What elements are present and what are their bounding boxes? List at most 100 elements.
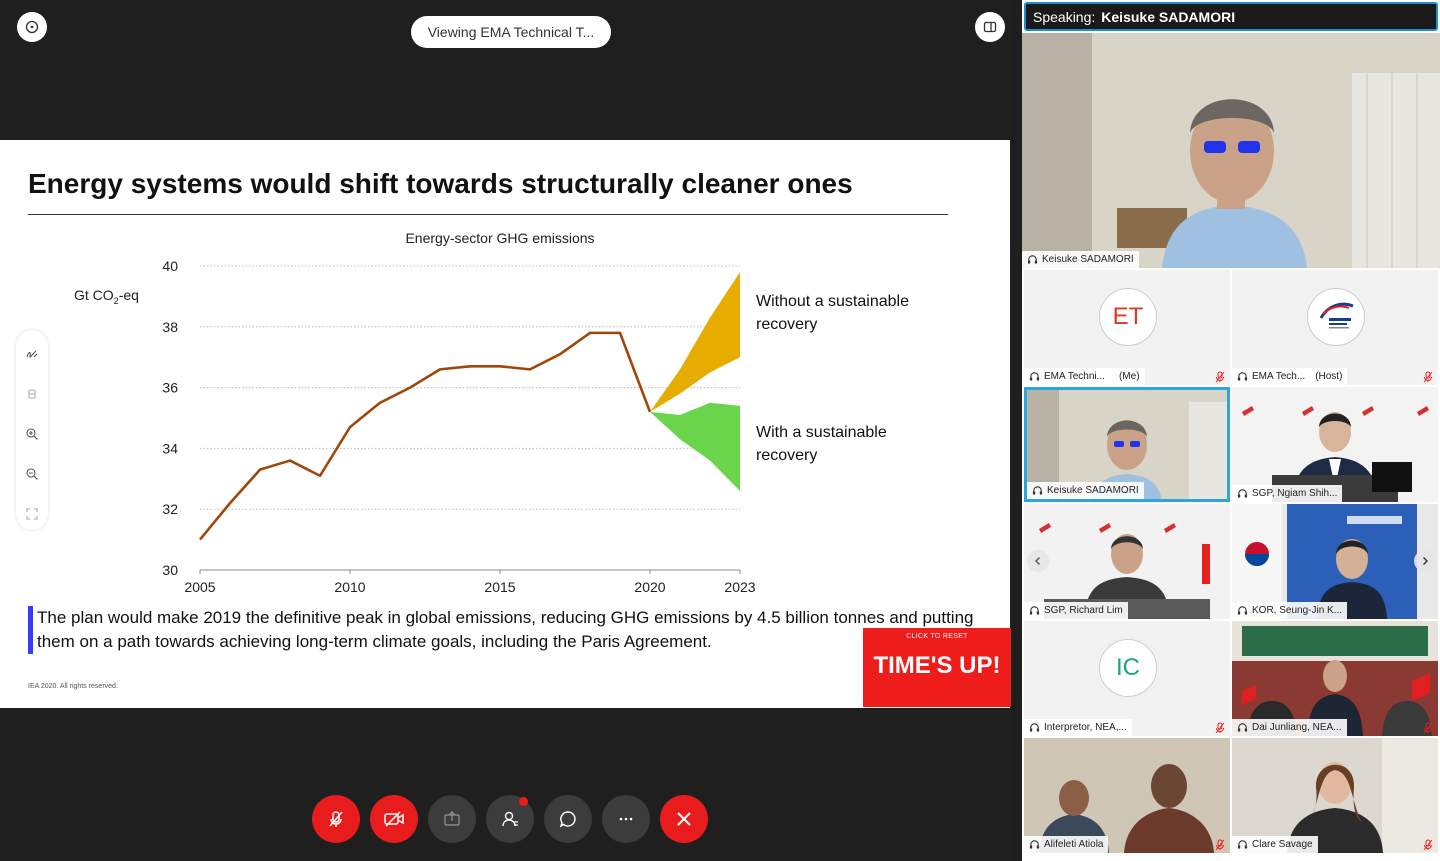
mute-button[interactable] xyxy=(312,795,360,843)
headset-icon xyxy=(1029,372,1040,381)
zoom-out-icon xyxy=(26,468,38,480)
active-speaker-bar: Speaking: Keisuke SADAMORI xyxy=(1024,2,1438,31)
fit-icon xyxy=(26,508,38,520)
shared-content-area: Viewing EMA Technical T... Energy system… xyxy=(0,0,1012,861)
participant-name: Clare Savage xyxy=(1252,839,1313,850)
participant-name: EMA Tech... xyxy=(1252,371,1306,382)
draw-button[interactable] xyxy=(18,340,46,368)
fit-button[interactable] xyxy=(18,500,46,528)
scenario-band xyxy=(650,272,740,412)
band-label: recovery xyxy=(756,316,817,333)
participant-tag: (Me) xyxy=(1118,371,1140,382)
chevron-left-icon xyxy=(1035,557,1040,565)
participant-avatar: IC xyxy=(1099,639,1157,697)
emissions-line xyxy=(198,331,652,541)
mic-muted-icon xyxy=(1423,839,1433,851)
y-tick-label: 30 xyxy=(162,562,178,578)
chart-series xyxy=(198,331,652,541)
mic-muted-icon xyxy=(1215,371,1225,383)
zoom-in-icon xyxy=(26,428,38,440)
eraser-button[interactable] xyxy=(18,380,46,408)
headset-icon xyxy=(1027,255,1038,264)
participant-name: KOR, Seung-Jin K... xyxy=(1252,605,1343,616)
participant-name: EMA Techni... xyxy=(1044,371,1105,382)
close-icon xyxy=(677,812,691,826)
participant-name-bar: SGP, Richard Lim xyxy=(1024,602,1128,619)
participants-icon xyxy=(502,811,518,827)
participant-tile[interactable]: KOR, Seung-Jin K... xyxy=(1232,504,1438,619)
presentation-slide: Energy systems would shift towards struc… xyxy=(0,140,1011,708)
share-icon xyxy=(444,811,460,826)
participant-name-bar: Dai Junliang, NEA... xyxy=(1232,719,1347,736)
headset-icon xyxy=(1237,723,1248,732)
participant-tag: (Host) xyxy=(1315,371,1343,382)
participant-tile[interactable]: Keisuke SADAMORI xyxy=(1024,387,1230,502)
participant-name-bar: EMA Techni... (Me) xyxy=(1024,368,1145,385)
layout-icon xyxy=(983,21,997,33)
headset-icon xyxy=(1237,606,1248,615)
more-button[interactable] xyxy=(602,795,650,843)
participant-name: SGP, Richard Lim xyxy=(1044,605,1123,616)
zoom-in-button[interactable] xyxy=(18,420,46,448)
headset-icon xyxy=(1237,840,1248,849)
participant-tile[interactable]: Alifeleti Atiola xyxy=(1024,738,1230,853)
info-icon xyxy=(25,20,39,34)
timer-label: TIME'S UP! xyxy=(873,652,1001,679)
x-tick-label: 2023 xyxy=(724,579,755,595)
mic-muted-icon xyxy=(1215,839,1225,851)
timer-reset-button[interactable]: CLICK TO RESET TIME'S UP! xyxy=(863,628,1011,707)
active-speaker-video[interactable]: Keisuke SADAMORI xyxy=(1022,33,1440,268)
chart-title: Energy-sector GHG emissions xyxy=(405,230,594,246)
participant-tile[interactable]: SGP, Ngiam Shih... xyxy=(1232,387,1438,502)
x-tick-label: 2010 xyxy=(334,579,365,595)
emissions-chart: Energy-sector GHG emissions Gt CO2-eq 30… xyxy=(74,230,909,595)
participant-name: Interpretor, NEA,... xyxy=(1044,722,1127,733)
participant-name-bar: Clare Savage xyxy=(1232,836,1318,853)
meeting-controls xyxy=(312,795,708,843)
y-tick-label: 40 xyxy=(162,258,178,274)
info-button[interactable] xyxy=(17,12,47,42)
next-page-button[interactable] xyxy=(1414,550,1436,572)
participant-name-bar: Alifeleti Atiola xyxy=(1024,836,1109,853)
participant-name-bar: KOR, Seung-Jin K... xyxy=(1232,602,1348,619)
y-axis-label: Gt CO2-eq xyxy=(74,287,139,306)
layout-button[interactable] xyxy=(975,12,1005,42)
participant-tile[interactable]: IC Interpretor, NEA,... xyxy=(1024,621,1230,736)
share-button[interactable] xyxy=(428,795,476,843)
headset-icon xyxy=(1029,606,1040,615)
headset-icon xyxy=(1237,489,1248,498)
participant-name-bar: EMA Tech... (Host) xyxy=(1232,368,1348,385)
band-label: recovery xyxy=(756,447,817,464)
webex-meeting-window: Viewing EMA Technical T... Energy system… xyxy=(0,0,1440,861)
video-button[interactable] xyxy=(370,795,418,843)
x-tick-label: 2020 xyxy=(634,579,665,595)
participant-tile[interactable]: Clare Savage xyxy=(1232,738,1438,853)
viewing-pill[interactable]: Viewing EMA Technical T... xyxy=(411,16,611,48)
video-off-icon xyxy=(384,811,404,827)
chat-button[interactable] xyxy=(544,795,592,843)
participant-tile[interactable]: Dai Junliang, NEA... xyxy=(1232,621,1438,736)
zoom-out-button[interactable] xyxy=(18,460,46,488)
x-tick-labels: 2005 2010 2015 2020 2023 xyxy=(184,579,755,595)
mic-muted-icon xyxy=(1423,722,1433,734)
participant-name-bar: Interpretor, NEA,... xyxy=(1024,719,1132,736)
participant-tile[interactable]: ET EMA Techni... (Me) xyxy=(1024,270,1230,385)
headset-icon xyxy=(1032,486,1043,495)
scenario-band xyxy=(650,402,740,491)
participant-name: Keisuke SADAMORI xyxy=(1047,485,1139,496)
participants-button[interactable] xyxy=(486,795,534,843)
band-labels: Without a sustainable recovery With a sust… xyxy=(756,293,909,464)
y-tick-label: 34 xyxy=(162,440,178,456)
leave-button[interactable] xyxy=(660,795,708,843)
participant-tile[interactable]: SGP, Richard Lim xyxy=(1024,504,1230,619)
participant-name: SGP, Ngiam Shih... xyxy=(1252,488,1338,499)
participant-tile[interactable]: EMA Tech... (Host) xyxy=(1232,270,1438,385)
more-icon xyxy=(619,817,633,821)
draw-icon xyxy=(26,350,38,358)
mic-muted-icon xyxy=(1215,722,1225,734)
notification-dot xyxy=(519,797,528,806)
prev-page-button[interactable] xyxy=(1027,550,1049,572)
y-tick-label: 36 xyxy=(162,380,178,396)
participant-name: Alifeleti Atiola xyxy=(1044,839,1104,850)
copyright-text: IEA 2020. All rights reserved. xyxy=(28,683,118,690)
